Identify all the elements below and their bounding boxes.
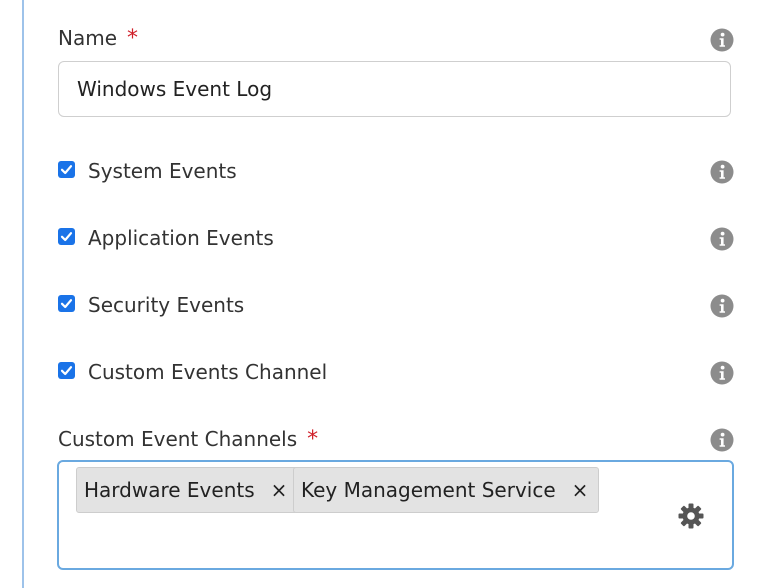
tag-label: Hardware Events [84, 478, 255, 502]
tag-key-management-service: Key Management Service × [293, 467, 600, 513]
info-icon[interactable] [710, 294, 734, 318]
gear-icon[interactable] [678, 503, 704, 529]
close-icon[interactable]: × [572, 478, 589, 502]
custom-channels-label: Custom Event Channels * [58, 427, 318, 452]
info-icon[interactable] [710, 361, 734, 385]
info-icon[interactable] [710, 160, 734, 184]
checkbox-label: Application Events [88, 226, 274, 250]
checkbox-checked[interactable] [58, 228, 75, 245]
checkbox-label: Security Events [88, 293, 245, 317]
custom-channels-tag-input[interactable]: Hardware Events × Key Management Service… [57, 460, 734, 570]
name-label: Name * [58, 26, 138, 51]
checkbox-label: Custom Events Channel [88, 360, 328, 384]
tag-label: Key Management Service [301, 478, 556, 502]
checkbox-label: System Events [88, 159, 237, 183]
name-label-text: Name [58, 26, 118, 50]
tag-hardware-events: Hardware Events × [76, 467, 299, 513]
required-marker: * [307, 427, 319, 452]
info-icon[interactable] [710, 428, 734, 452]
info-icon[interactable] [710, 227, 734, 251]
required-marker: * [127, 26, 139, 51]
info-icon[interactable] [710, 28, 734, 52]
close-icon[interactable]: × [271, 478, 288, 502]
checkbox-checked[interactable] [58, 362, 75, 379]
name-input[interactable] [58, 61, 731, 117]
left-border-rule [22, 0, 24, 588]
custom-channels-label-text: Custom Event Channels [58, 427, 298, 451]
checkbox-checked[interactable] [58, 161, 75, 178]
checkbox-checked[interactable] [58, 295, 75, 312]
